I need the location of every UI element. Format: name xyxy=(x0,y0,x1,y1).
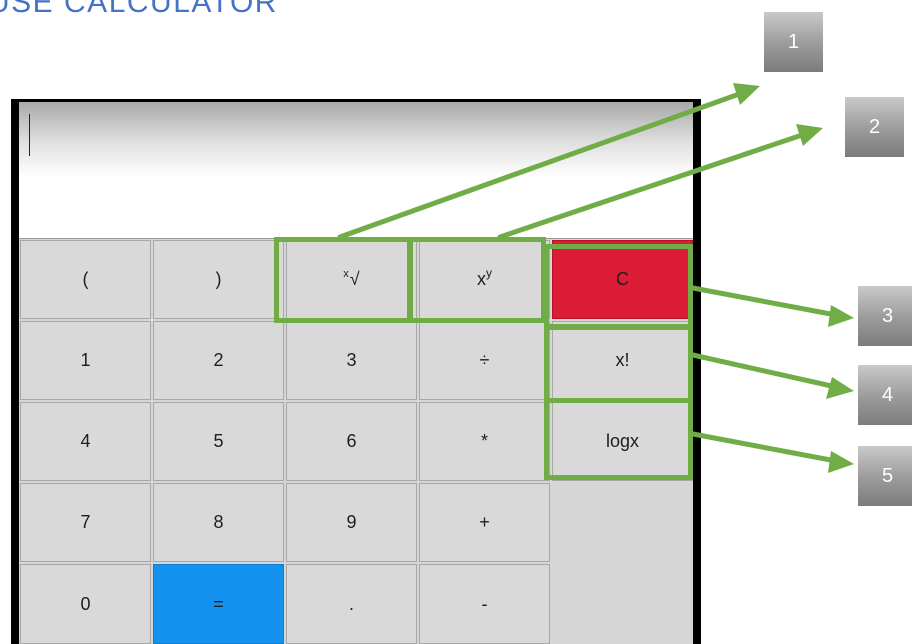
callout-arrows xyxy=(337,83,854,473)
callout-badge-4: 4 xyxy=(858,365,912,425)
callout-badge-2: 2 xyxy=(845,97,904,157)
arrow-2-line xyxy=(497,131,808,240)
arrow-2-head xyxy=(796,124,823,146)
arrow-4-line xyxy=(690,352,839,390)
arrow-4-head xyxy=(826,377,854,399)
callout-badge-3: 3 xyxy=(858,286,912,346)
callout-badge-5: 5 xyxy=(858,446,912,506)
arrow-1-head xyxy=(733,83,760,105)
arrow-3-line xyxy=(690,285,839,318)
callout-badge-1: 1 xyxy=(764,12,823,72)
arrow-1-line xyxy=(337,90,745,240)
arrow-3-head xyxy=(828,305,854,327)
arrow-5-head xyxy=(828,451,854,473)
arrow-5-line xyxy=(690,431,839,464)
